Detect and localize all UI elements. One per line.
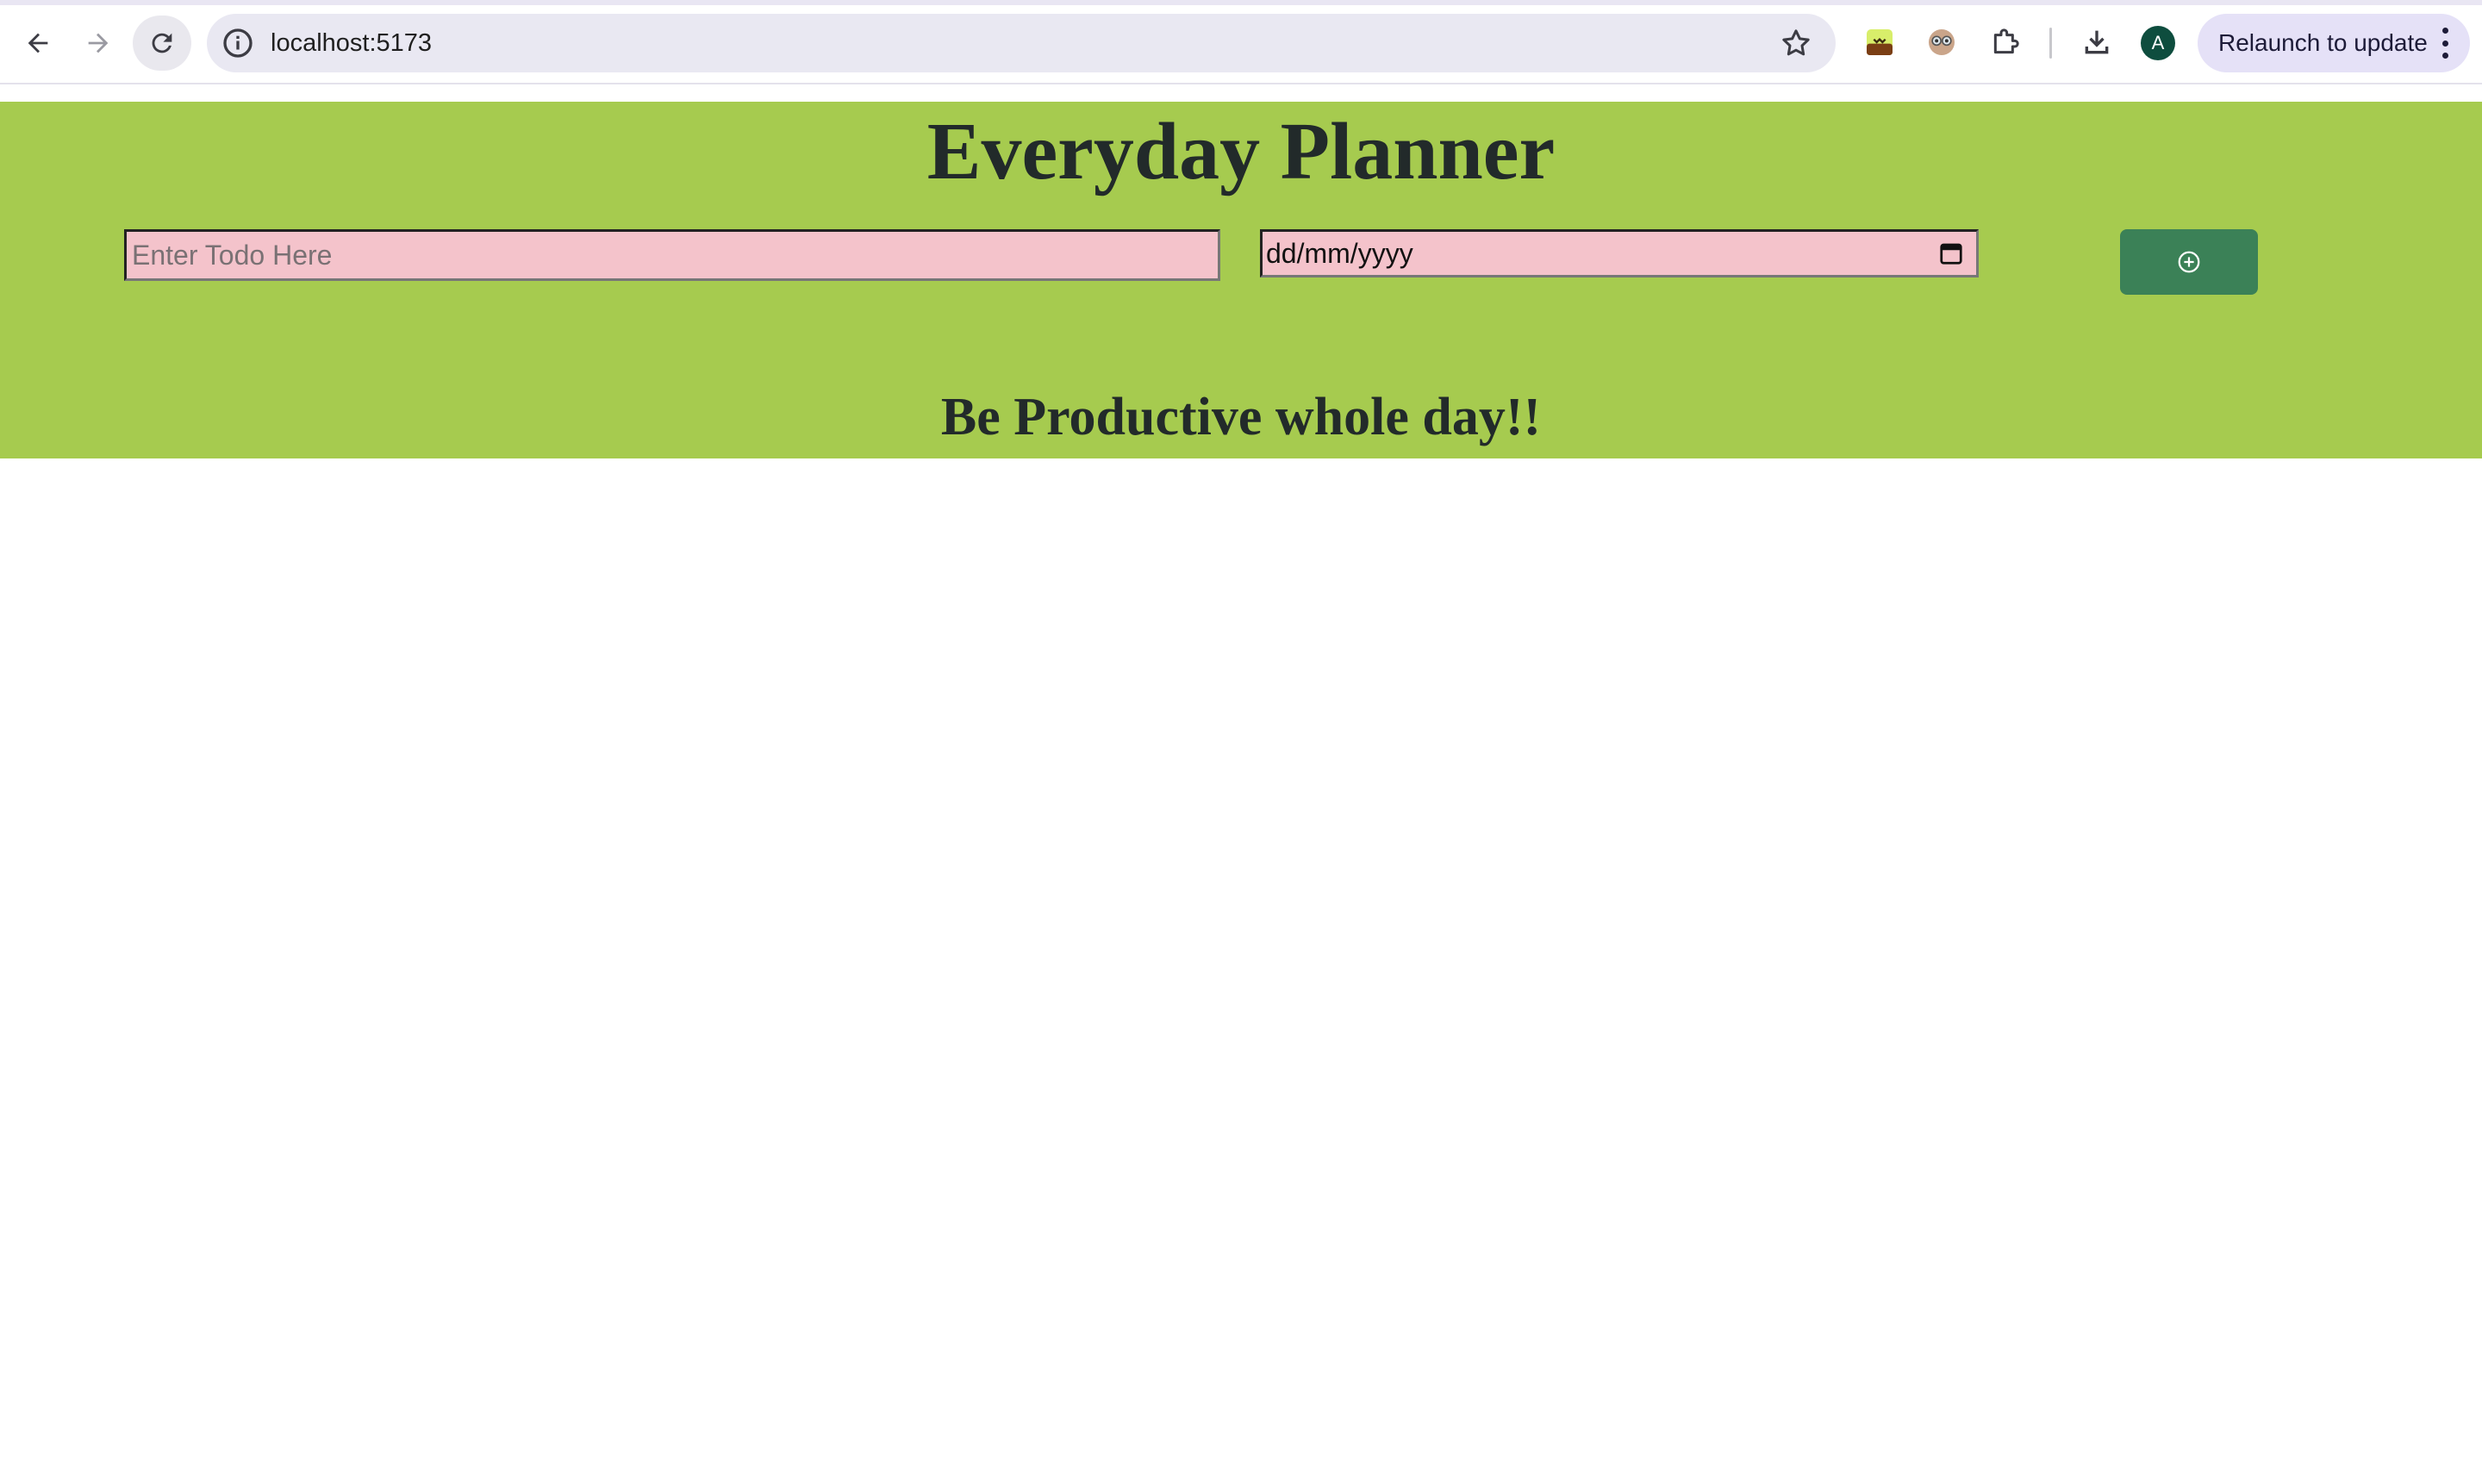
more-vert-icon[interactable] <box>2441 28 2449 59</box>
profile-avatar[interactable]: A <box>2141 26 2175 60</box>
add-todo-button[interactable] <box>2120 229 2258 295</box>
forward-button[interactable] <box>69 16 128 71</box>
date-placeholder: dd/mm/yyyy <box>1266 238 1413 269</box>
site-info-icon[interactable] <box>221 26 255 60</box>
relaunch-button[interactable]: Relaunch to update <box>2198 14 2470 72</box>
extension-button[interactable] <box>1920 21 1963 64</box>
todo-input[interactable] <box>124 229 1220 281</box>
page-title: Everyday Planner <box>926 107 1556 196</box>
browser-toolbar: localhost:5173 A Relaunch to update <box>0 0 2482 84</box>
tagline: Be Productive whole day!! <box>940 388 1542 446</box>
downloads-button[interactable] <box>2075 21 2118 64</box>
forward-arrow-icon <box>88 33 109 53</box>
address-bar[interactable]: localhost:5173 <box>207 14 1836 72</box>
toolbar-separator <box>2049 28 2052 59</box>
extension-icon <box>1867 29 1893 55</box>
relaunch-label: Relaunch to update <box>2218 29 2428 56</box>
date-input[interactable]: dd/mm/yyyy <box>1260 229 1979 277</box>
reload-button[interactable] <box>133 16 191 71</box>
tab-strip-edge <box>0 0 2482 5</box>
url-text[interactable]: localhost:5173 <box>271 14 432 72</box>
extension-button[interactable] <box>1858 21 1901 64</box>
download-icon <box>2085 30 2109 54</box>
add-circle-icon <box>2178 251 2200 273</box>
planner-header: Everyday Planner dd/mm/yyyy Be Productiv… <box>0 102 2482 458</box>
bookmark-star-icon[interactable] <box>1779 26 1813 60</box>
extension-icon <box>1929 29 1955 55</box>
extensions-puzzle-icon <box>1993 28 2019 54</box>
back-button[interactable] <box>9 16 67 71</box>
calendar-icon[interactable] <box>1938 240 1964 266</box>
reload-icon <box>152 33 172 53</box>
extensions-button[interactable] <box>1984 21 2027 64</box>
back-arrow-icon <box>28 33 48 53</box>
